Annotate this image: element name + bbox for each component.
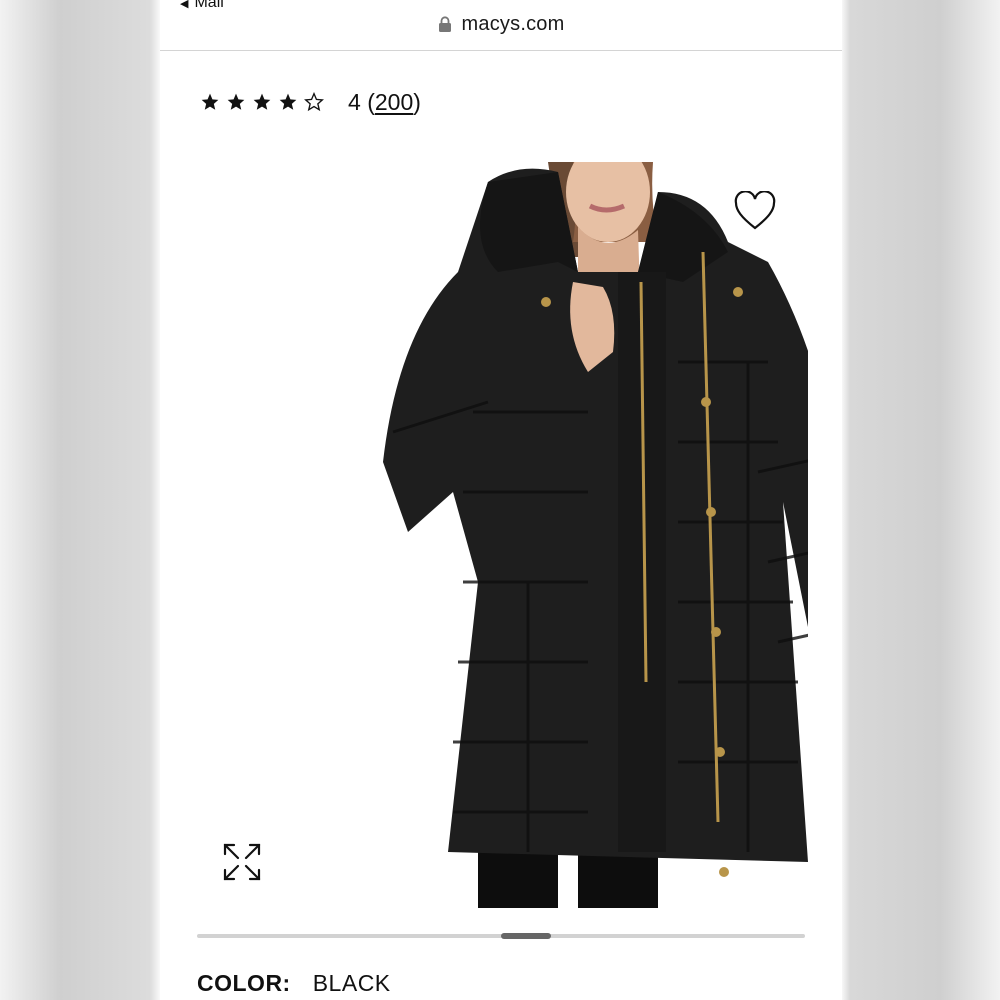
color-value: BLACK <box>312 970 391 996</box>
star-empty-icon <box>304 92 324 112</box>
url-text: macys.com <box>461 12 565 35</box>
expand-image-button[interactable] <box>220 840 264 884</box>
address-bar[interactable]: macys.com <box>160 8 842 40</box>
image-carousel-scrollbar[interactable] <box>197 933 805 939</box>
rating-value: 4 <box>348 88 361 115</box>
star-filled-icon <box>227 93 245 110</box>
star-filled-icon <box>253 93 271 110</box>
star-filled-icon <box>201 93 219 110</box>
color-selector: COLOR: BLACK <box>197 970 391 997</box>
coat-illustration <box>288 162 808 908</box>
header-divider <box>160 50 842 51</box>
close-paren: ) <box>413 88 421 115</box>
expand-arrows-icon <box>223 843 261 881</box>
heart-outline-icon <box>734 191 776 230</box>
color-label: COLOR: <box>197 970 291 996</box>
lock-icon <box>438 16 451 32</box>
product-image[interactable] <box>288 162 808 908</box>
rating-summary: 4 (200) <box>200 86 421 118</box>
open-paren: ( <box>367 88 375 115</box>
rating-text: 4 (200) <box>348 89 421 116</box>
carousel-position-indicator[interactable] <box>501 933 551 939</box>
mobile-browser-view: ◀ Mail macys.com 4 (200) COLOR: BLACK <box>160 0 842 1000</box>
review-count-link[interactable]: 200 <box>375 89 413 115</box>
star-filled-icon <box>279 93 297 110</box>
add-to-wishlist-button[interactable] <box>732 188 778 234</box>
star-rating <box>200 92 324 112</box>
